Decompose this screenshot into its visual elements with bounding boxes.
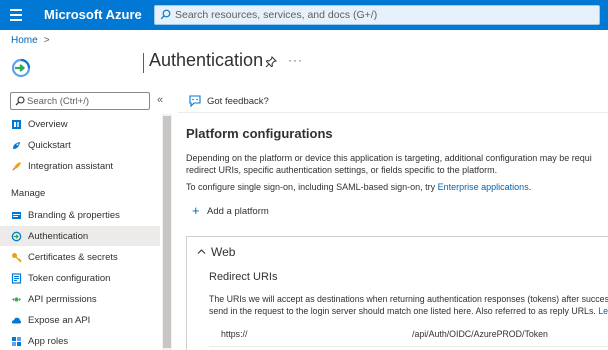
hamburger-menu-icon[interactable] [10,9,22,21]
brand-title[interactable]: Microsoft Azure [44,7,142,22]
app-roles-icon [12,337,21,346]
nav-item-label: Quickstart [28,140,71,151]
search-icon [160,9,171,20]
redirect-description-line: The URIs we will accept as destinations … [209,294,608,304]
rocket-icon [12,162,21,171]
nav-item-authentication[interactable]: Authentication [0,226,160,246]
token-icon [11,273,22,284]
plus-icon: + [192,203,200,218]
sso-hint: To configure single sign-on, including S… [186,182,531,192]
cloud-icon [11,317,22,324]
nav-item-branding[interactable]: Branding & properties [0,205,160,225]
nav-search-input[interactable] [27,95,145,107]
enterprise-applications-link[interactable]: Enterprise applications [438,182,529,192]
nav-search-box[interactable] [10,92,150,110]
nav-item-label: Authentication [28,231,89,242]
authentication-icon [11,231,22,242]
redirect-uri-row[interactable]: https:// /api/Auth/OIDC/AzurePROD/Token [209,325,608,347]
nav-item-token-configuration[interactable]: Token configuration [0,268,160,288]
nav-item-integration-assistant[interactable]: Integration assistant [0,156,160,176]
collapse-nav-icon[interactable]: « [157,94,163,106]
nav-item-quickstart[interactable]: Quickstart [0,135,160,155]
platform-description: Depending on the platform or device this… [186,152,608,176]
breadcrumb-home-link[interactable]: Home [11,35,38,46]
redirect-uris-heading: Redirect URIs [209,271,278,283]
nav-item-label: Certificates & secrets [28,252,118,263]
feedback-label: Got feedback? [207,96,269,107]
nav-section-manage: Manage [11,188,46,199]
sso-hint-end: . [528,182,532,192]
nav-item-label: Expose an API [28,315,91,326]
nav-item-overview[interactable]: Overview [0,114,160,134]
chevron-up-icon[interactable] [197,247,206,256]
pin-icon[interactable] [265,56,277,68]
breadcrumb: Home > [11,35,50,46]
nav-item-api-permissions[interactable]: API permissions [0,289,160,309]
sso-hint-text: To configure single sign-on, including S… [186,182,438,192]
breadcrumb-separator: > [43,35,50,46]
page-title: Authentication [149,50,264,70]
nav-item-label: Branding & properties [28,210,120,221]
overview-icon [12,120,21,129]
web-section-heading[interactable]: Web [211,245,235,259]
nav-item-certificates[interactable]: Certificates & secrets [0,247,160,267]
title-divider [143,53,144,73]
more-options-icon[interactable]: ··· [288,53,303,67]
learn-more-link[interactable]: Lear [598,306,608,316]
nav-item-expose-an-api[interactable]: Expose an API [0,310,160,330]
api-permissions-icon [12,297,21,302]
platform-description-line: Depending on the platform or device this… [186,153,592,163]
add-platform-label: Add a platform [207,206,269,217]
branding-icon [12,212,21,219]
nav-item-label: API permissions [28,294,97,305]
global-search-box[interactable] [154,5,600,25]
platform-configurations-heading: Platform configurations [186,126,333,141]
redirect-uri-start: https:// [221,329,248,339]
redirect-uris-description: The URIs we will accept as destinations … [209,293,608,317]
redirect-description-line: send in the request to the login server … [209,306,599,316]
global-search-input[interactable] [175,8,575,22]
feedback-icon [189,95,201,108]
web-platform-card: Web Redirect URIs The URIs we will accep… [186,236,608,350]
nav-scrollbar-thumb[interactable] [163,116,171,348]
toolbar-divider [178,112,608,113]
nav-item-label: Token configuration [28,273,111,284]
app-registration-icon [11,58,31,78]
key-icon [12,253,22,263]
nav-item-label: Overview [28,119,68,130]
platform-description-line: redirect URIs, specific authentication s… [186,165,498,175]
search-icon [15,96,25,106]
quickstart-icon [13,142,20,149]
nav-item-app-roles[interactable]: App roles [0,331,160,350]
nav-item-label: App roles [28,336,69,347]
top-bar: Microsoft Azure [0,0,608,30]
redirect-uri-underline [209,346,608,347]
nav-scrollbar[interactable] [162,114,172,350]
nav-item-label: Integration assistant [28,161,114,172]
redirect-uri-end: /api/Auth/OIDC/AzurePROD/Token [412,329,548,339]
